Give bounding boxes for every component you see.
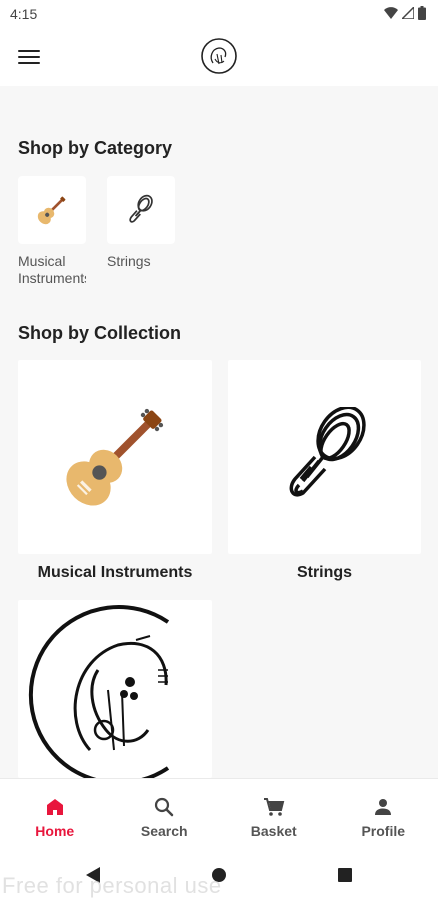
category-thumbnail xyxy=(18,176,86,244)
category-item-musical-instruments[interactable]: Musical Instruments xyxy=(18,176,86,287)
app-bar xyxy=(0,28,438,86)
nav-home[interactable]: Home xyxy=(0,779,110,850)
search-icon xyxy=(155,797,174,817)
brand-logo xyxy=(28,605,170,778)
status-bar: 4:15 xyxy=(0,0,438,28)
collection-card-brand[interactable] xyxy=(18,600,212,778)
category-item-strings[interactable]: Strings xyxy=(107,176,175,270)
status-icons xyxy=(384,6,426,20)
person-icon xyxy=(375,799,392,815)
guitar-icon xyxy=(66,408,164,506)
category-thumbnail xyxy=(107,176,175,244)
shop-by-collection-title: Shop by Collection xyxy=(18,323,182,343)
nav-basket[interactable]: Basket xyxy=(219,779,329,850)
rope-icon xyxy=(129,194,153,223)
wifi-icon xyxy=(384,7,398,19)
nav-profile[interactable]: Profile xyxy=(329,779,438,850)
home-icon xyxy=(46,799,63,815)
watermark-text: Free for personal use xyxy=(2,873,222,898)
nav-basket-label: Basket xyxy=(250,823,297,839)
rope-icon xyxy=(289,407,366,497)
collection-card-musical-instruments[interactable] xyxy=(18,360,212,554)
guitar-icon xyxy=(37,196,66,225)
nav-profile-label: Profile xyxy=(361,823,406,839)
collection-label: Musical Instruments xyxy=(37,564,193,581)
signal-icon xyxy=(402,7,414,19)
nav-search-label: Search xyxy=(140,823,188,839)
collection-card-strings[interactable] xyxy=(228,360,421,554)
recents-square-icon[interactable] xyxy=(338,868,352,882)
brand-logo[interactable] xyxy=(200,37,238,75)
cart-icon xyxy=(263,798,285,816)
category-label: Musical Instruments xyxy=(18,253,86,286)
shop-by-category-title: Shop by Category xyxy=(18,138,173,158)
category-label: Strings xyxy=(107,253,151,269)
bottom-navigation: Home Search Basket Profile xyxy=(0,778,438,850)
nav-home-label: Home xyxy=(35,823,75,839)
nav-search[interactable]: Search xyxy=(110,779,220,850)
battery-icon xyxy=(418,6,426,20)
hamburger-menu-icon[interactable] xyxy=(14,42,44,72)
status-time: 4:15 xyxy=(10,6,38,22)
collection-label: Strings xyxy=(296,564,353,581)
